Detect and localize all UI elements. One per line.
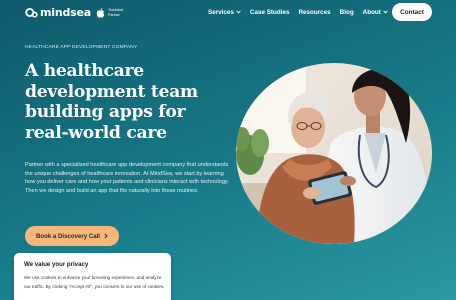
- nav-item-label: Services: [208, 8, 234, 16]
- hero-photo: [236, 63, 432, 244]
- cta-label: Book a Discovery Call: [35, 232, 100, 240]
- cookie-text: We use cookies to enhance your browsing …: [24, 275, 165, 289]
- chevron-down-icon: [236, 10, 241, 14]
- cookie-title: We value your privacy: [24, 261, 89, 268]
- mindsea-logo-icon: [25, 7, 38, 18]
- nav-item-services[interactable]: Services: [208, 9, 241, 16]
- nav-item-label: Case Studies: [249, 8, 290, 16]
- headline-line: real-world care: [25, 122, 167, 143]
- hero-body-text: Partner with a specialized healthcare ap…: [25, 162, 229, 194]
- headline-line: building apps for: [25, 102, 186, 122]
- headline-line: A healthcare: [25, 61, 144, 81]
- hero-photo-illustration: [236, 63, 432, 244]
- headline-line: development team: [25, 81, 198, 102]
- contact-button[interactable]: Contact: [392, 3, 432, 21]
- logo-text: mindsea: [40, 5, 91, 19]
- nav-item-case-studies[interactable]: Case Studies: [250, 9, 290, 16]
- nav-item-blog[interactable]: Blog: [340, 9, 354, 16]
- nav-item-label: About: [362, 8, 381, 16]
- apple-technical-partner-badge: Technical Partner: [96, 6, 134, 19]
- nav-item-about[interactable]: About: [363, 9, 388, 16]
- mindsea-logo[interactable]: mindsea: [25, 5, 91, 19]
- nav-item-label: Blog: [339, 8, 354, 16]
- hero-headline: A healthcare development team building a…: [25, 61, 240, 143]
- chevron-down-icon: [383, 10, 388, 14]
- hero-eyebrow: HEALTHCARE APP DEVELOPMENT COMPANY: [25, 45, 138, 50]
- nav-item-label: Resources: [298, 8, 331, 16]
- nav-item-resources[interactable]: Resources: [298, 9, 330, 16]
- chevron-right-icon: [104, 233, 108, 239]
- apple-icon: [96, 7, 105, 18]
- top-navigation: mindsea Technical Partner Services Case …: [0, 0, 456, 25]
- badge-line-2: Partner: [108, 12, 120, 17]
- book-discovery-call-button[interactable]: Book a Discovery Call: [25, 226, 119, 246]
- nav-links: Services Case Studies Resources Blog Abo…: [208, 7, 388, 17]
- cookie-consent-banner: We value your privacy We use cookies to …: [14, 253, 171, 300]
